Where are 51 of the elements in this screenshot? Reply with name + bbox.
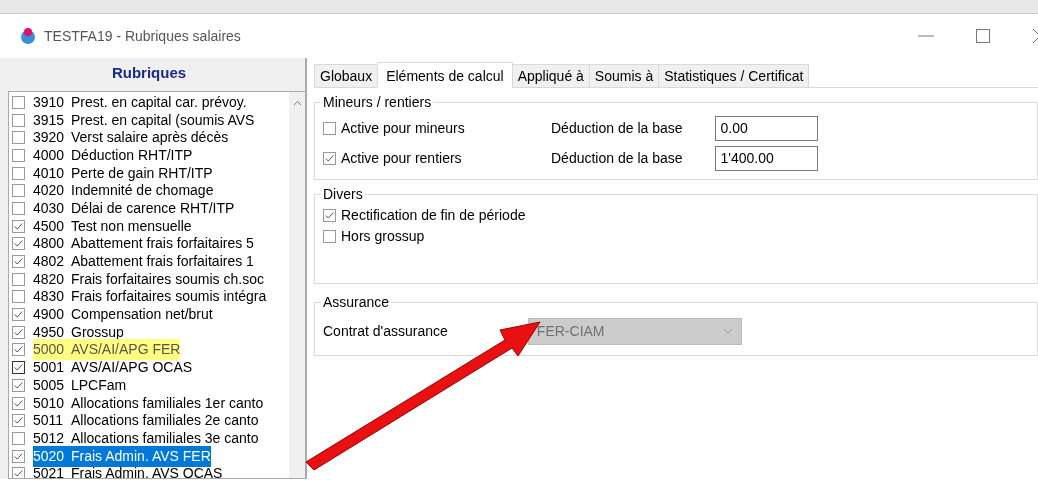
field-label: Déduction de la base bbox=[551, 118, 683, 138]
checkbox-label: Active pour mineurs bbox=[341, 118, 466, 138]
checkbox[interactable] bbox=[12, 325, 25, 339]
checkbox[interactable] bbox=[12, 113, 25, 127]
input-field[interactable]: 1'400.00 bbox=[714, 145, 818, 171]
checkbox-label: Rectification de fin de période bbox=[341, 206, 526, 225]
maximize-icon[interactable] bbox=[973, 26, 993, 46]
checkbox[interactable] bbox=[12, 290, 25, 304]
item-code[interactable]: 5000 bbox=[33, 339, 71, 361]
dropdown: FER-CIAM bbox=[527, 317, 742, 345]
scroll-up-icon[interactable] bbox=[292, 99, 302, 106]
tab[interactable]: Eléments de calcul bbox=[377, 62, 513, 88]
tab[interactable]: Appliqué à bbox=[511, 64, 590, 87]
checkbox[interactable] bbox=[12, 308, 25, 322]
checkbox[interactable] bbox=[323, 121, 336, 135]
tab[interactable]: Statistiques / Certificat bbox=[658, 64, 810, 87]
item-label[interactable]: AVS/AI/APG FER bbox=[71, 339, 181, 361]
panel-header: Rubriques bbox=[110, 63, 188, 83]
checkbox[interactable] bbox=[323, 151, 336, 165]
input-field[interactable]: 0.00 bbox=[714, 115, 818, 141]
checkbox[interactable] bbox=[12, 166, 25, 180]
item-label[interactable]: Frais Admin. AVS FER bbox=[71, 445, 211, 467]
checkbox[interactable] bbox=[12, 467, 25, 478]
checkbox[interactable] bbox=[12, 95, 25, 109]
checkbox[interactable] bbox=[12, 449, 25, 463]
checkbox[interactable] bbox=[12, 201, 25, 215]
tab[interactable]: Globaux bbox=[314, 64, 379, 87]
checkbox[interactable] bbox=[12, 148, 25, 162]
checkbox[interactable] bbox=[12, 378, 25, 392]
caret-icon bbox=[722, 328, 733, 334]
checkbox[interactable] bbox=[12, 237, 25, 251]
checkbox[interactable] bbox=[12, 431, 25, 445]
app-logo-icon bbox=[20, 28, 36, 44]
field-label: Contrat d'assurance bbox=[323, 321, 448, 341]
checkbox[interactable] bbox=[12, 184, 25, 198]
window-title: TESTFA19 - Rubriques salaires bbox=[44, 26, 241, 46]
checkbox[interactable] bbox=[12, 272, 25, 286]
checkbox[interactable] bbox=[12, 343, 25, 357]
tab[interactable]: Soumis à bbox=[588, 64, 660, 87]
checkbox[interactable] bbox=[323, 209, 336, 222]
checkbox[interactable] bbox=[12, 219, 25, 233]
checkbox[interactable] bbox=[12, 396, 25, 410]
checkbox[interactable] bbox=[323, 230, 336, 243]
checkbox[interactable] bbox=[12, 361, 25, 375]
checkbox[interactable] bbox=[12, 414, 25, 428]
checkbox-label: Active pour rentiers bbox=[341, 148, 463, 168]
checkbox[interactable] bbox=[12, 131, 25, 145]
item-code[interactable]: 5020 bbox=[33, 445, 71, 467]
checkbox-label: Hors grossup bbox=[341, 227, 425, 246]
field-label: Déduction de la base bbox=[551, 148, 683, 168]
checkbox[interactable] bbox=[12, 255, 25, 269]
